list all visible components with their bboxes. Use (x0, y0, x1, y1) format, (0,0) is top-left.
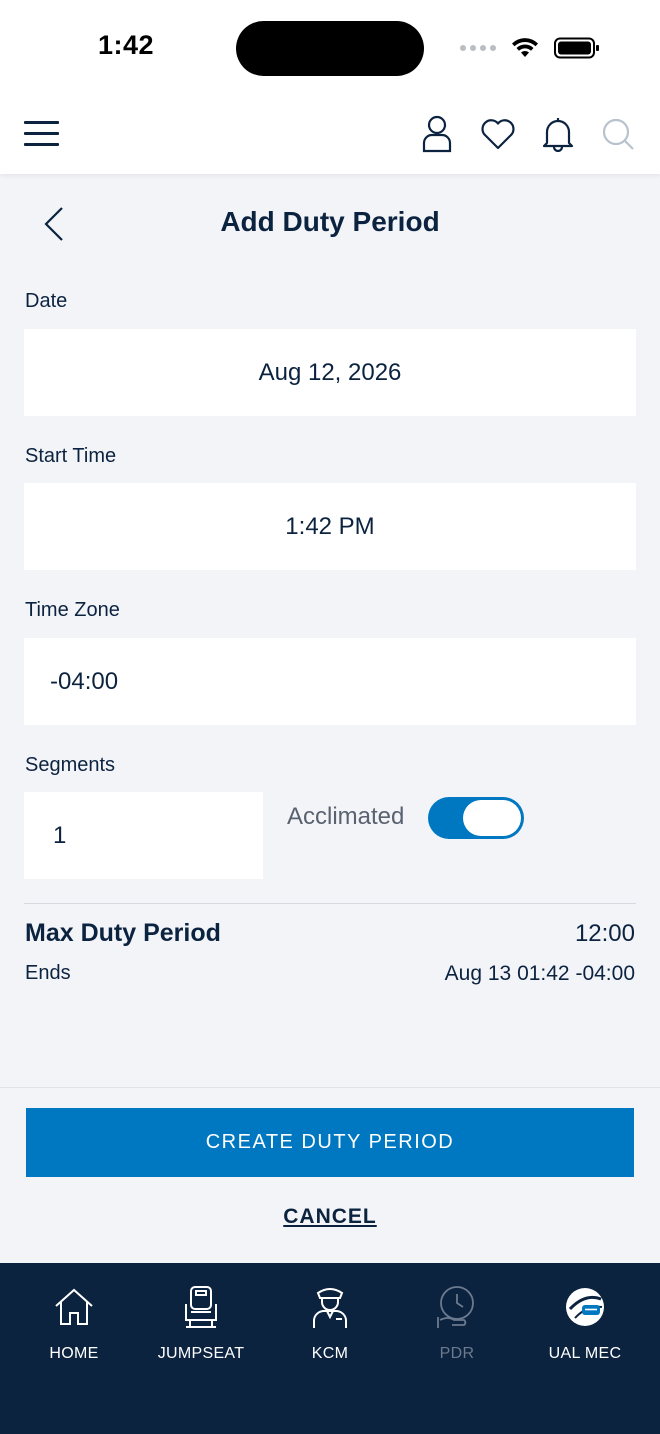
time-zone-label: Time Zone (25, 599, 120, 621)
bottom-tab-bar: HOME JUMPSEAT KCM PDR UAL MEC (0, 1263, 660, 1434)
wifi-icon (512, 38, 538, 57)
home-icon (55, 1288, 93, 1325)
divider (24, 903, 636, 904)
start-time-field[interactable]: 1:42 PM (24, 483, 636, 570)
max-duty-period-label: Max Duty Period (25, 919, 221, 947)
status-indicators (460, 36, 600, 60)
dynamic-island (236, 21, 424, 76)
battery-icon (554, 37, 599, 59)
clock-hand-icon (437, 1286, 474, 1328)
top-nav-bar (0, 96, 660, 174)
seat-icon (185, 1286, 217, 1328)
acclimated-label: Acclimated (287, 803, 405, 830)
tab-ual-mec-label: UAL MEC (548, 1345, 622, 1362)
tab-jumpseat[interactable]: JUMPSEAT (146, 1283, 256, 1373)
tab-kcm[interactable]: KCM (275, 1283, 385, 1373)
start-time-label: Start Time (25, 445, 117, 467)
tab-pdr-label: PDR (439, 1345, 475, 1362)
actions-divider (0, 1087, 660, 1088)
tab-home-label: HOME (49, 1345, 99, 1362)
ends-label: Ends (25, 962, 71, 984)
tab-home[interactable]: HOME (19, 1283, 129, 1373)
tab-jumpseat-label: JUMPSEAT (157, 1345, 245, 1362)
pilot-icon (313, 1288, 347, 1328)
segments-label: Segments (25, 754, 116, 776)
bell-icon[interactable] (538, 114, 578, 154)
alpa-globe-icon (566, 1288, 604, 1326)
ends-value: Aug 13 01:42 -04:00 (444, 962, 635, 985)
cancel-button[interactable]: CANCEL (0, 1205, 660, 1229)
segments-input[interactable]: 1 (24, 792, 263, 879)
acclimated-toggle[interactable] (428, 797, 524, 839)
tab-pdr[interactable]: PDR (402, 1283, 512, 1373)
create-duty-period-button[interactable]: CREATE DUTY PERIOD (26, 1108, 634, 1177)
page-title: Add Duty Period (220, 206, 440, 237)
profile-icon[interactable] (417, 114, 457, 154)
heart-icon[interactable] (478, 114, 518, 154)
tab-kcm-label: KCM (311, 1345, 349, 1362)
toggle-knob (463, 800, 521, 836)
menu-icon[interactable] (24, 121, 60, 147)
status-bar: 1:42 (0, 0, 660, 96)
page-header: Add Duty Period (0, 196, 660, 252)
date-field[interactable]: Aug 12, 2026 (24, 329, 636, 416)
date-label: Date (25, 290, 68, 312)
status-time: 1:42 (98, 30, 155, 60)
time-zone-field[interactable]: -04:00 (24, 638, 636, 725)
max-duty-period-value: 12:00 (574, 920, 635, 947)
cellular-signal-icon (460, 45, 496, 51)
search-icon[interactable] (598, 114, 638, 154)
tab-ual-mec[interactable]: UAL MEC (530, 1283, 640, 1373)
